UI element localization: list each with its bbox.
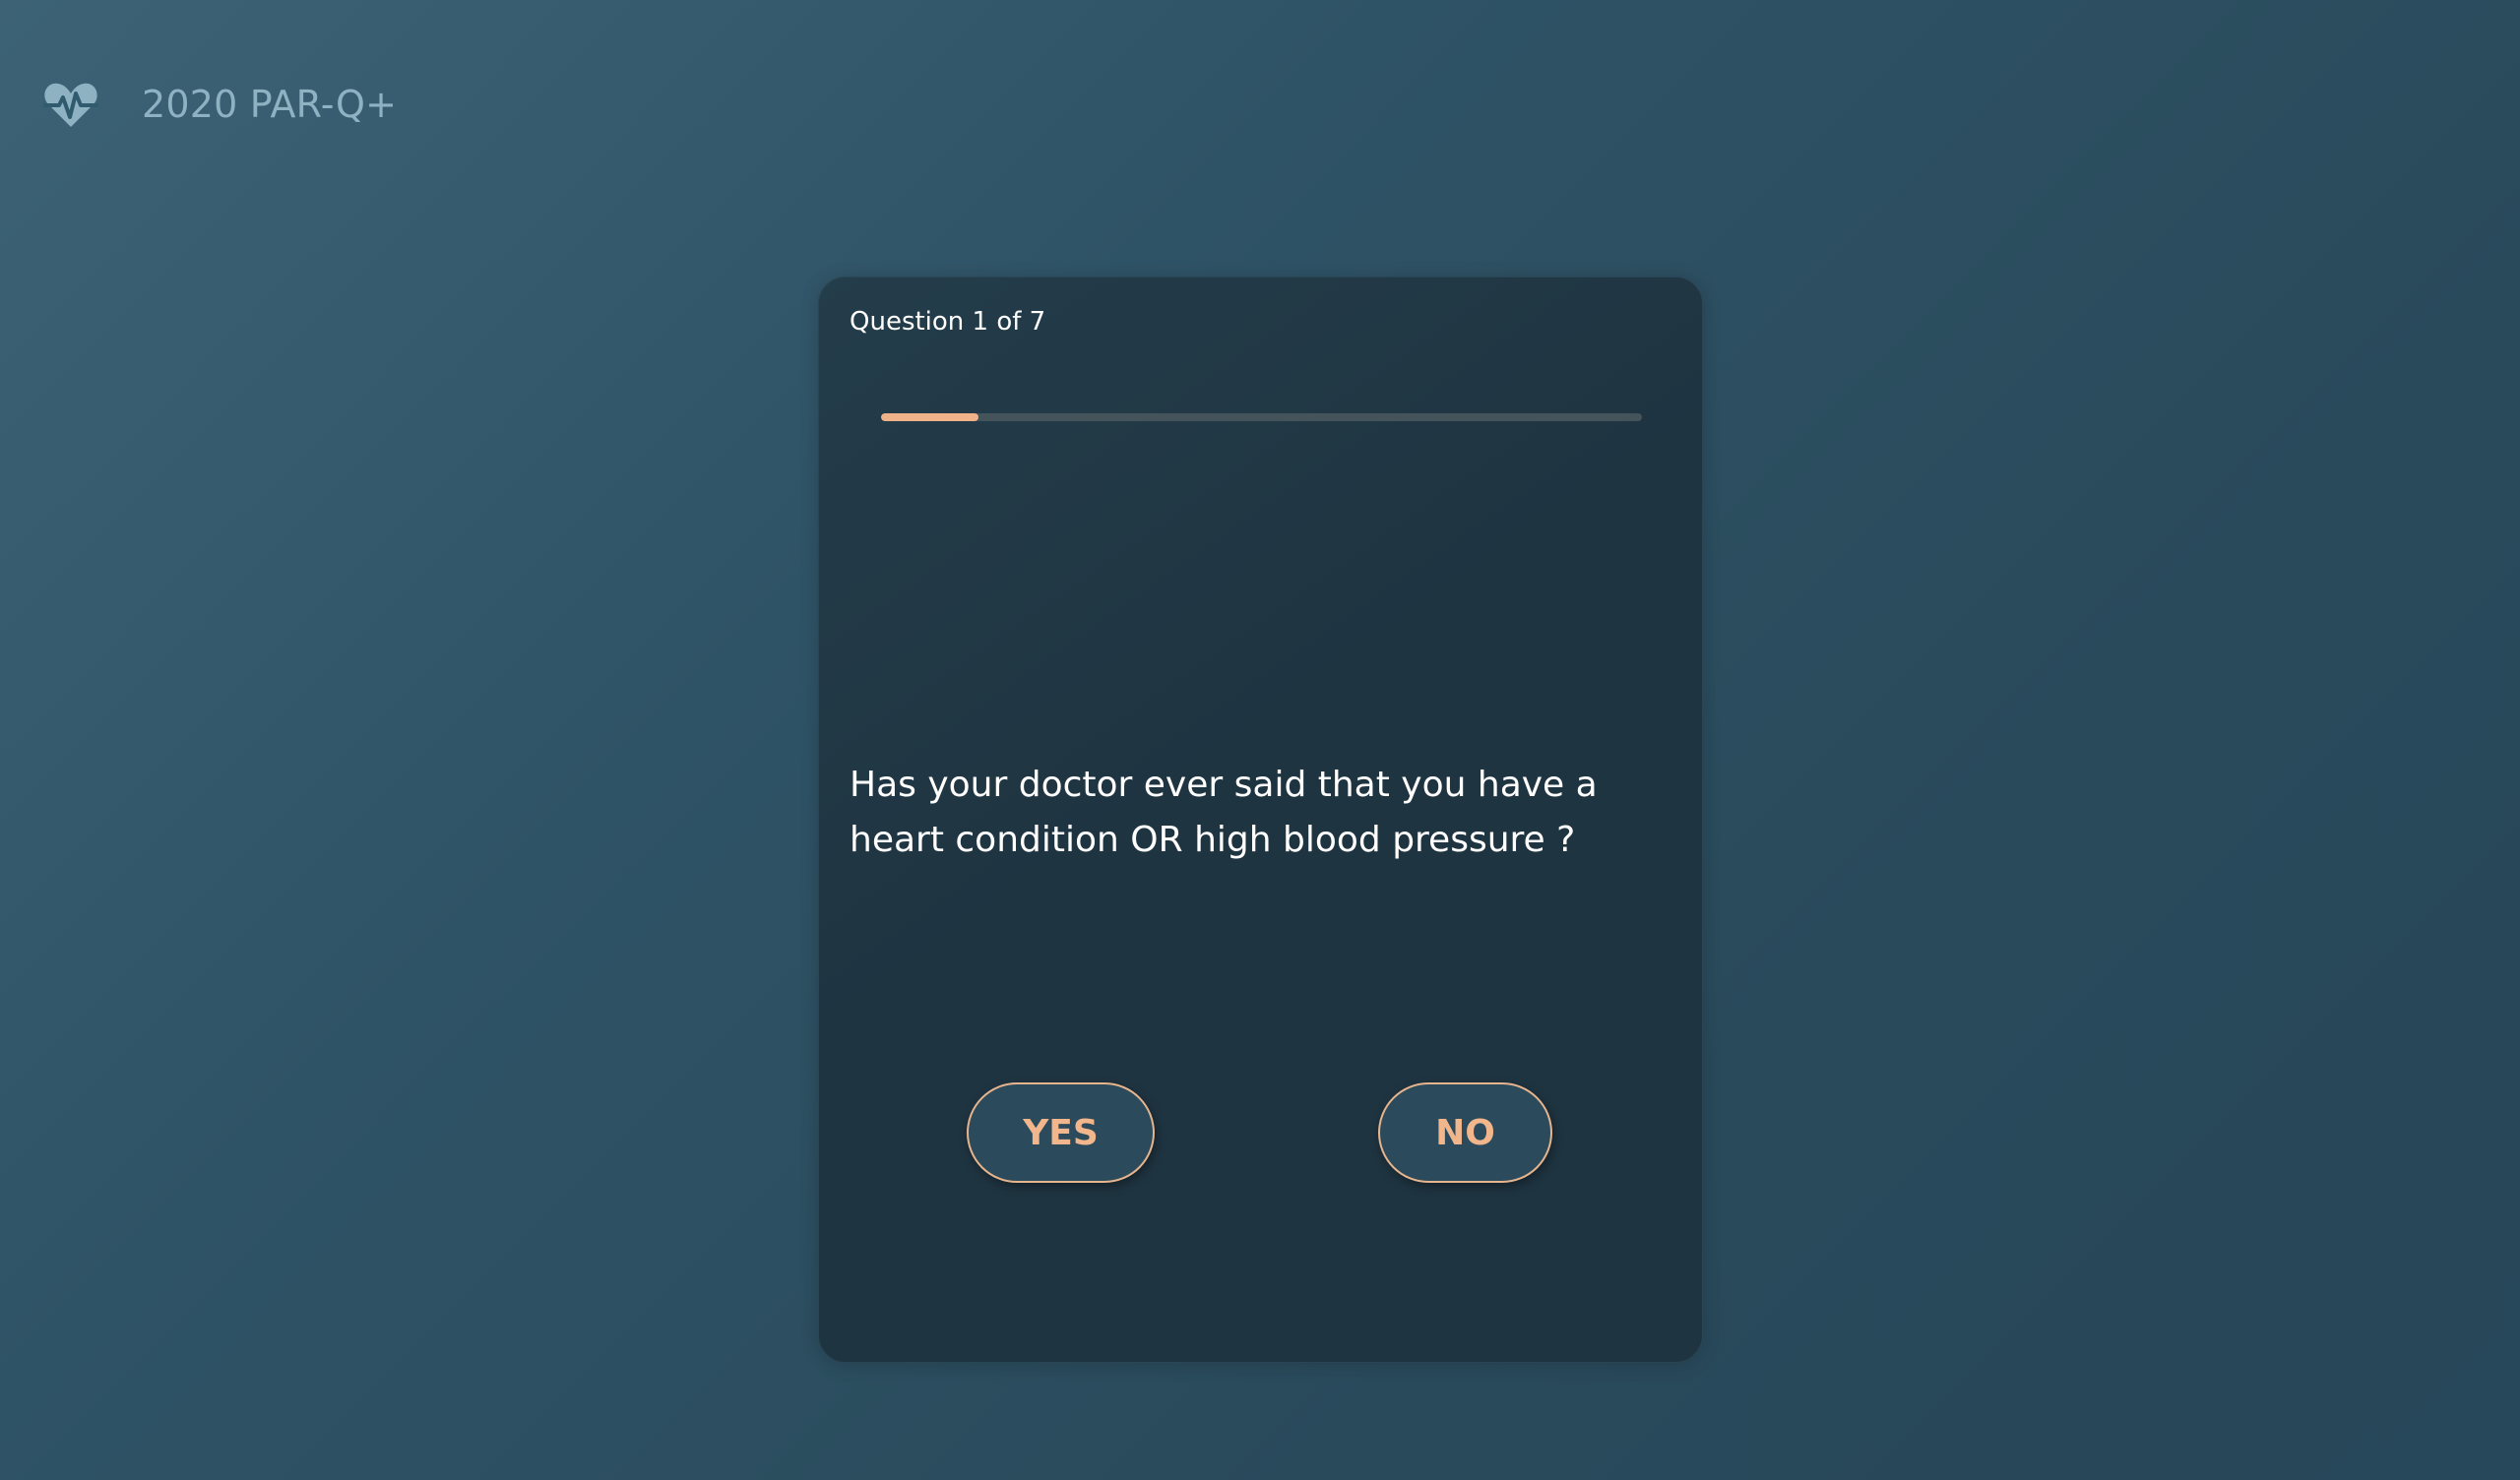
no-button[interactable]: NO (1378, 1082, 1552, 1183)
progress-bar (881, 413, 1642, 421)
app-header: 2020 PAR-Q+ (43, 77, 397, 132)
question-text: Has your doctor ever said that you have … (850, 765, 1598, 860)
question-counter: Question 1 of 7 (850, 307, 1046, 337)
app-title: 2020 PAR-Q+ (142, 83, 398, 126)
heart-pulse-icon (43, 83, 98, 127)
question-card: Question 1 of 7 Has your doctor ever sai… (818, 277, 1703, 1363)
yes-button[interactable]: YES (967, 1082, 1155, 1183)
progress-bar-fill (881, 413, 979, 421)
